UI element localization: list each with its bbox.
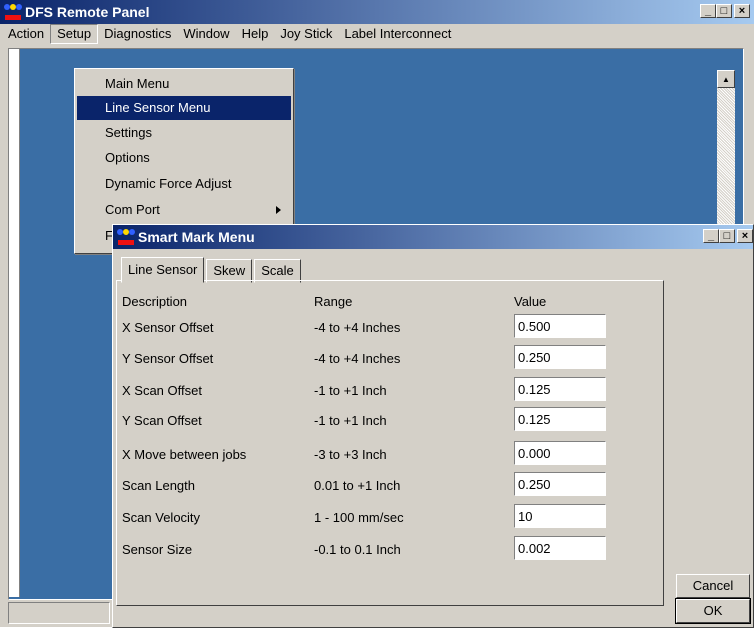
app-logo-icon <box>4 4 22 20</box>
menu-item-settings[interactable]: Settings <box>77 121 291 145</box>
y-scan-offset-input[interactable] <box>514 407 606 431</box>
maximize-button[interactable]: □ <box>716 4 732 18</box>
header-range: Range <box>314 294 353 309</box>
main-window-title: DFS Remote Panel <box>25 4 150 20</box>
row-range-sensor-size: -0.1 to 0.1 Inch <box>314 542 401 557</box>
row-desc-sensor-size: Sensor Size <box>122 542 193 557</box>
main-titlebar[interactable]: DFS Remote Panel _ □ × <box>0 0 754 24</box>
menu-item-main-menu[interactable]: Main Menu <box>77 72 291 96</box>
row-range-x-scan-offset: -1 to +1 Inch <box>314 383 387 398</box>
minimize-button[interactable]: _ <box>700 4 716 18</box>
left-panel <box>9 49 20 597</box>
scan-length-input[interactable] <box>514 472 606 496</box>
menu-label-interconnect[interactable]: Label Interconnect <box>338 24 457 44</box>
row-range-y-sensor-offset: -4 to +4 Inches <box>314 351 401 366</box>
submenu-arrow-icon <box>276 206 281 214</box>
row-desc-y-scan-offset: Y Scan Offset <box>122 413 202 428</box>
menu-window[interactable]: Window <box>177 24 235 44</box>
row-range-scan-velocity: 1 - 100 mm/sec <box>314 510 404 525</box>
menu-action[interactable]: Action <box>2 24 50 44</box>
menu-help[interactable]: Help <box>236 24 275 44</box>
scroll-up-arrow-icon[interactable]: ▲ <box>717 70 735 88</box>
menu-diagnostics[interactable]: Diagnostics <box>98 24 177 44</box>
menu-item-com-port-label: Com Port <box>105 202 160 217</box>
dialog-logo-icon <box>117 229 135 245</box>
row-desc-x-move-between-jobs: X Move between jobs <box>122 447 247 462</box>
cancel-button[interactable]: Cancel <box>676 574 750 598</box>
menu-item-options[interactable]: Options <box>77 146 291 170</box>
menu-item-line-sensor-menu[interactable]: Line Sensor Menu <box>77 96 291 120</box>
header-description: Description <box>122 294 188 309</box>
x-sensor-offset-input[interactable] <box>514 314 606 338</box>
sensor-size-input[interactable] <box>514 536 606 560</box>
row-range-x-move-between-jobs: -3 to +3 Inch <box>314 447 387 462</box>
ok-button[interactable]: OK <box>675 598 751 624</box>
row-range-y-scan-offset: -1 to +1 Inch <box>314 413 387 428</box>
y-sensor-offset-input[interactable] <box>514 345 606 369</box>
tab-line-sensor[interactable]: Line Sensor <box>121 257 205 283</box>
menu-joy-stick[interactable]: Joy Stick <box>274 24 338 44</box>
dialog-title: Smart Mark Menu <box>138 229 255 245</box>
menu-item-dynamic-force-adjust[interactable]: Dynamic Force Adjust <box>77 172 291 196</box>
dialog-minimize-button[interactable]: _ <box>703 229 719 243</box>
close-button[interactable]: × <box>734 4 750 18</box>
row-desc-scan-length: Scan Length <box>122 478 196 493</box>
row-desc-scan-velocity: Scan Velocity <box>122 510 201 525</box>
row-desc-x-scan-offset: X Scan Offset <box>122 383 202 398</box>
row-desc-y-sensor-offset: Y Sensor Offset <box>122 351 214 366</box>
header-value: Value <box>514 294 547 309</box>
dialog-titlebar[interactable]: Smart Mark Menu _ □ × <box>113 225 753 249</box>
row-range-scan-length: 0.01 to +1 Inch <box>314 478 401 493</box>
row-range-x-sensor-offset: -4 to +4 Inches <box>314 320 401 335</box>
main-menubar: Action Setup Diagnostics Window Help Joy… <box>0 24 754 44</box>
x-scan-offset-input[interactable] <box>514 377 606 401</box>
dialog-maximize-button[interactable]: □ <box>719 229 735 243</box>
status-cell-1 <box>8 602 110 624</box>
row-desc-x-sensor-offset: X Sensor Offset <box>122 320 214 335</box>
scan-velocity-input[interactable] <box>514 504 606 528</box>
dialog-close-button[interactable]: × <box>737 229 753 243</box>
menu-item-com-port[interactable]: Com Port <box>77 198 291 222</box>
menu-setup[interactable]: Setup <box>50 24 99 44</box>
x-move-between-jobs-input[interactable] <box>514 441 606 465</box>
